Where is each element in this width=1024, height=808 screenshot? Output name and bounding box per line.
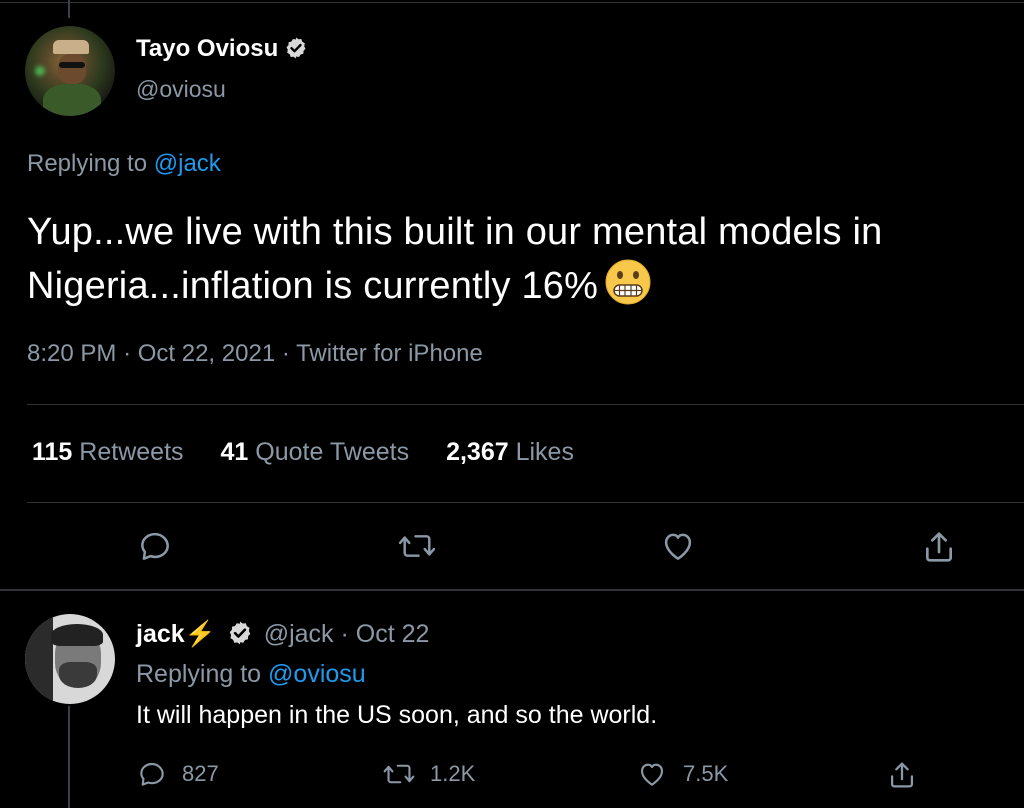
main-tweet: Tayo Oviosu @oviosu Replying to @jack Yu… bbox=[0, 0, 1024, 590]
quotes-stat[interactable]: 41 Quote Tweets bbox=[221, 438, 410, 467]
likes-count: 2,367 bbox=[446, 438, 509, 466]
share-icon[interactable] bbox=[919, 527, 959, 567]
reply-text: It will happen in the US soon, and so th… bbox=[136, 701, 658, 729]
retweets-count: 115 bbox=[32, 438, 73, 466]
reply-tweet[interactable]: jack⚡ @jack · Oct 22 Replying to @oviosu… bbox=[0, 592, 1024, 808]
author-handle[interactable]: @oviosu bbox=[136, 76, 226, 103]
avatar[interactable] bbox=[25, 614, 115, 704]
replying-prefix: Replying to bbox=[27, 150, 148, 177]
tweet-time[interactable]: 8:20 PM bbox=[27, 340, 116, 367]
lightning-emoji: ⚡ bbox=[184, 620, 216, 648]
reply-icon bbox=[136, 758, 168, 790]
retweet-icon bbox=[382, 758, 416, 790]
meta-separator: · bbox=[340, 620, 349, 648]
reply-icon[interactable] bbox=[136, 527, 174, 565]
tweet-stats: 115 Retweets 41 Quote Tweets 2,367 Likes bbox=[32, 438, 574, 467]
reply-author-name[interactable]: jack bbox=[136, 620, 185, 648]
reply-count: 827 bbox=[182, 761, 219, 786]
replying-prefix: Replying to bbox=[136, 660, 262, 688]
tweet-source[interactable]: Twitter for iPhone bbox=[296, 340, 483, 367]
reply-actions: 827 1.2K 7.5K bbox=[0, 758, 1024, 790]
like-button[interactable]: 7.5K bbox=[635, 758, 728, 790]
tweet-text: Yup...we live with this built in our men… bbox=[27, 206, 997, 312]
quotes-count: 41 bbox=[220, 438, 249, 466]
tweet-actions bbox=[0, 527, 1024, 567]
grimacing-face-icon bbox=[604, 258, 652, 306]
reply-date[interactable]: Oct 22 bbox=[356, 620, 430, 648]
divider bbox=[27, 404, 1024, 405]
retweet-icon[interactable] bbox=[397, 527, 437, 565]
tweet-body: Yup...we live with this built in our men… bbox=[27, 211, 883, 307]
reply-header: jack⚡ @jack · Oct 22 bbox=[136, 620, 429, 649]
tweet-meta: 8:20 PM · Oct 22, 2021 · Twitter for iPh… bbox=[27, 340, 483, 368]
divider bbox=[0, 589, 1024, 591]
reply-author-handle[interactable]: @jack bbox=[264, 620, 334, 648]
likes-stat[interactable]: 2,367 Likes bbox=[446, 438, 574, 467]
replying-to-link[interactable]: @jack bbox=[154, 150, 221, 177]
replying-to-line: Replying to @oviosu bbox=[136, 660, 366, 689]
retweets-label: Retweets bbox=[79, 438, 184, 466]
reply-button[interactable]: 827 bbox=[136, 758, 219, 790]
share-icon bbox=[885, 758, 919, 792]
replying-to-line: Replying to @jack bbox=[27, 150, 221, 178]
thread-line bbox=[68, 706, 70, 808]
author-name[interactable]: Tayo Oviosu bbox=[136, 35, 308, 63]
replying-to-link[interactable]: @oviosu bbox=[268, 660, 366, 688]
author-display-name[interactable]: Tayo Oviosu bbox=[136, 35, 278, 62]
like-count: 7.5K bbox=[683, 761, 729, 786]
verified-badge-icon bbox=[284, 36, 308, 60]
tweet-date[interactable]: Oct 22, 2021 bbox=[138, 340, 275, 367]
verified-badge-icon bbox=[227, 620, 253, 646]
retweets-stat[interactable]: 115 Retweets bbox=[32, 438, 184, 467]
likes-label: Likes bbox=[515, 438, 574, 466]
like-icon[interactable] bbox=[658, 527, 698, 565]
share-button[interactable] bbox=[885, 758, 919, 792]
avatar[interactable] bbox=[25, 26, 115, 116]
quotes-label: Quote Tweets bbox=[255, 438, 410, 466]
retweet-count: 1.2K bbox=[430, 761, 476, 786]
like-icon bbox=[635, 758, 669, 790]
meta-separator: · bbox=[281, 340, 290, 367]
retweet-button[interactable]: 1.2K bbox=[382, 758, 475, 790]
meta-separator: · bbox=[123, 340, 132, 367]
divider bbox=[27, 502, 1024, 503]
